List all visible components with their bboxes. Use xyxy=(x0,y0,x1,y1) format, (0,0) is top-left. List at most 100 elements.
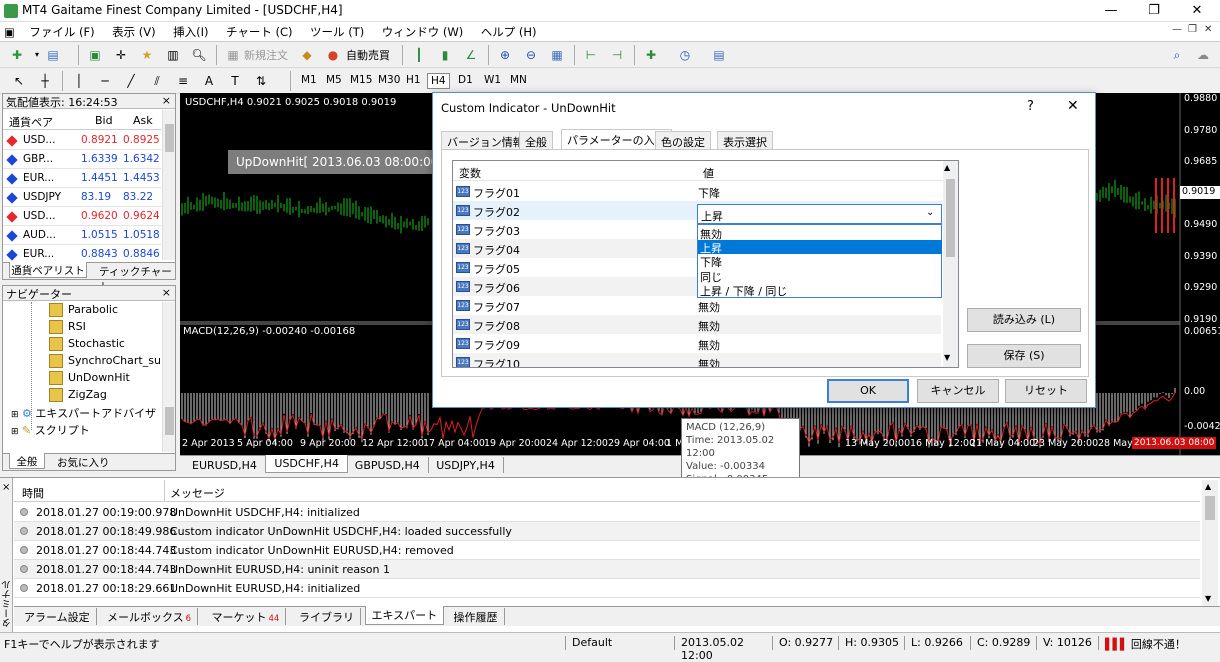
candle-chart-icon[interactable]: ▮ xyxy=(436,46,454,64)
timeframe-m1[interactable]: M1 xyxy=(298,73,320,87)
reset-button[interactable]: リセット xyxy=(1005,379,1087,403)
dialog-close-button[interactable]: ✕ xyxy=(1067,98,1079,114)
menu-view[interactable]: 表示 (V) xyxy=(105,22,163,42)
scroll-up-icon[interactable]: ▲ xyxy=(1205,482,1211,491)
header-symbol[interactable]: 通貨ペア xyxy=(9,114,53,130)
new-chart-icon[interactable]: ✚ xyxy=(8,46,26,64)
crosshair-icon[interactable]: ┼ xyxy=(36,72,54,90)
scroll-down-icon[interactable]: ▼ xyxy=(944,353,950,362)
log-row[interactable]: 2018.01.27 00:18:49.986 Custom indicator … xyxy=(14,522,1200,541)
dropdown-option[interactable]: 無効 xyxy=(698,226,942,241)
nav-group-experts[interactable]: ⊞ ⚙ エキスパートアドバイザ xyxy=(11,405,156,421)
parameter-row[interactable]: 123 フラグ09 無効 xyxy=(453,334,941,353)
terminal-tab[interactable]: メールボックス 6 xyxy=(101,608,199,625)
market-watch-row[interactable]: USD... 0.9620 0.9624 xyxy=(3,207,161,226)
dropdown-option[interactable]: 同じ xyxy=(698,269,942,284)
chart-tab[interactable]: GBPUSD,H4 xyxy=(347,457,429,473)
mdi-minimize-icon[interactable]: — xyxy=(1172,24,1182,35)
market-watch-scrollbar[interactable] xyxy=(162,110,175,260)
timeframe-d1[interactable]: D1 xyxy=(455,73,476,87)
help-button[interactable]: ? xyxy=(1027,99,1034,114)
parameter-value[interactable]: 無効 xyxy=(698,318,720,334)
text-label-icon[interactable]: T xyxy=(226,72,244,90)
indicators-icon[interactable]: ✚ xyxy=(642,46,660,64)
tab-version[interactable]: バージョン情報 xyxy=(441,131,530,149)
nav-item-synchrochart[interactable]: SynchroChart_sub xyxy=(49,354,161,371)
dropdown-option[interactable]: 上昇 / 下降 / 同じ xyxy=(698,283,942,298)
parameter-value[interactable]: 無効 xyxy=(698,337,720,353)
profiles-icon[interactable]: ▤ xyxy=(44,46,62,64)
text-icon[interactable]: A xyxy=(200,72,218,90)
value-combobox[interactable]: 上昇 ⌄ xyxy=(697,204,942,224)
parameter-row[interactable]: 123 フラグ07 無効 xyxy=(453,296,941,315)
menu-file[interactable]: ファイル (F) xyxy=(22,22,101,42)
channel-icon[interactable]: ⫽ xyxy=(148,72,166,90)
menu-insert[interactable]: 挿入(I) xyxy=(166,22,215,42)
close-icon[interactable]: × xyxy=(2,482,10,493)
terminal-scrollbar[interactable]: ▲ ▼ xyxy=(1202,480,1218,606)
search-icon[interactable]: ⌕ xyxy=(1168,46,1186,64)
mdi-restore-icon[interactable]: ❐ xyxy=(1188,24,1197,35)
close-button[interactable]: ✕ xyxy=(1180,0,1214,22)
header-ask[interactable]: Ask xyxy=(133,114,153,127)
timeframe-w1[interactable]: W1 xyxy=(481,73,504,87)
nav-item-undownhit[interactable]: UnDownHit xyxy=(49,371,130,388)
timeframe-m5[interactable]: M5 xyxy=(323,73,345,87)
scroll-down-icon[interactable]: ▼ xyxy=(1205,594,1211,603)
chevron-down-icon[interactable]: ⌄ xyxy=(926,207,934,218)
status-profile[interactable]: Default xyxy=(565,636,671,650)
zoom-out-icon[interactable]: ⊖ xyxy=(522,46,540,64)
tab-general[interactable]: 全般 xyxy=(519,131,553,149)
tab-visualization[interactable]: 表示選択 xyxy=(717,131,773,149)
timeframe-h1[interactable]: H1 xyxy=(403,73,424,87)
parameter-row[interactable]: 123 フラグ10 無効 xyxy=(453,353,941,367)
log-row[interactable]: 2018.01.27 00:18:29.661 UnDownHit EURUSD,… xyxy=(14,579,1200,598)
new-order-icon[interactable]: ▦ xyxy=(224,46,242,64)
chart-shift-icon[interactable]: ⊣ xyxy=(608,46,626,64)
zoom-in-icon[interactable]: ⊕ xyxy=(496,46,514,64)
market-watch-row[interactable]: EUR... 1.4451 1.4453 xyxy=(3,169,161,188)
chart-tab[interactable]: USDCHF,H4 xyxy=(265,455,348,473)
menu-chart[interactable]: チャート (C) xyxy=(219,22,300,42)
menu-help[interactable]: ヘルプ (H) xyxy=(474,22,544,42)
trendline-icon[interactable]: ╱ xyxy=(122,72,140,90)
tab-favorites[interactable]: お気に入り xyxy=(57,455,110,470)
bar-chart-icon[interactable]: ┃ xyxy=(410,46,428,64)
parameter-row[interactable]: 123 フラグ08 無効 xyxy=(453,315,941,334)
header-message[interactable]: メッセージ xyxy=(170,485,225,501)
market-watch-icon[interactable]: ▣ xyxy=(86,46,104,64)
timeframe-m15[interactable]: M15 xyxy=(347,73,375,87)
timeframe-m30[interactable]: M30 xyxy=(375,73,403,87)
market-watch-row[interactable]: GBP... 1.6339 1.6342 xyxy=(3,150,161,169)
expand-icon[interactable]: ⊞ xyxy=(11,410,19,420)
navigator-icon[interactable]: ★ xyxy=(138,46,156,64)
nav-item-rsi[interactable]: RSI xyxy=(49,320,86,337)
parameter-value[interactable]: 無効 xyxy=(698,299,720,315)
metaeditor-icon[interactable]: ◆ xyxy=(298,46,316,64)
auto-trade-button[interactable]: 自動売買 xyxy=(346,47,390,63)
new-order-button[interactable]: 新規注文 xyxy=(244,47,288,63)
terminal-tab[interactable]: ライブラリ xyxy=(293,608,361,625)
tile-windows-icon[interactable]: ▦ xyxy=(548,46,566,64)
fibonacci-icon[interactable]: ≡ xyxy=(174,72,192,90)
restore-button[interactable]: ❐ xyxy=(1137,0,1171,22)
cancel-button[interactable]: キャンセル xyxy=(917,379,999,403)
menu-tools[interactable]: ツール (T) xyxy=(303,22,371,42)
menu-icon[interactable]: ▣ xyxy=(0,23,19,41)
navigator-scrollbar[interactable] xyxy=(162,302,175,452)
terminal-tab[interactable]: アラーム設定 xyxy=(18,608,97,625)
crosshair-data-icon[interactable]: ✛ xyxy=(112,46,130,64)
scroll-up-icon[interactable]: ▲ xyxy=(944,163,950,172)
log-row[interactable]: 2018.01.27 00:18:44.743 UnDownHit EURUSD,… xyxy=(14,560,1200,579)
expand-icon[interactable]: ⊞ xyxy=(11,427,19,437)
parameter-row[interactable]: 123 フラグ01 下降 xyxy=(453,182,941,201)
dropdown-option[interactable]: 上昇 xyxy=(698,240,942,255)
vertical-line-icon[interactable]: │ xyxy=(70,72,88,90)
chart-tab[interactable]: USDJPY,H4 xyxy=(428,457,504,473)
dropdown-option[interactable]: 下降 xyxy=(698,254,942,269)
terminal-icon[interactable]: ▥ xyxy=(164,46,182,64)
load-button[interactable]: 読み込み (L) xyxy=(967,308,1081,332)
nav-item-parabolic[interactable]: Parabolic xyxy=(49,303,118,320)
terminal-tab[interactable]: エキスパート xyxy=(364,606,445,625)
minimize-button[interactable]: — xyxy=(1094,0,1128,22)
